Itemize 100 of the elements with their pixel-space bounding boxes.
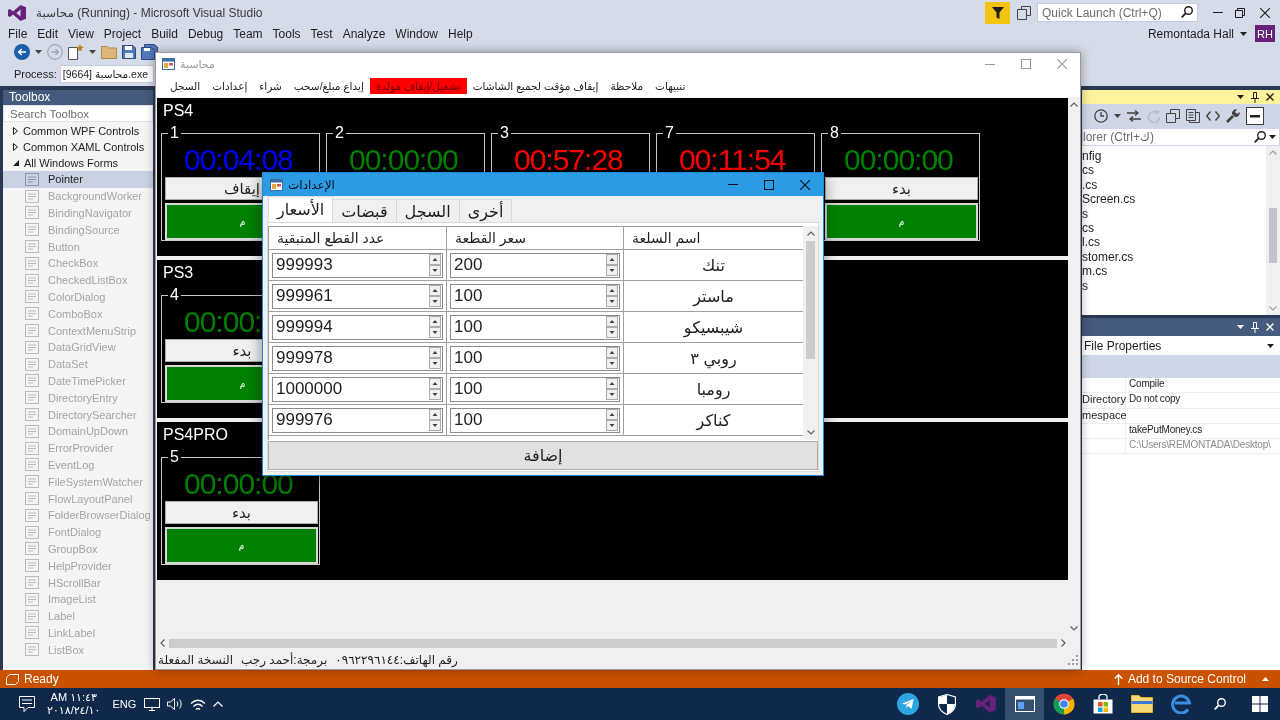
station-bar-button[interactable]: م [165, 203, 262, 240]
save-icon[interactable] [122, 45, 136, 59]
search-icon[interactable] [1254, 131, 1266, 143]
number-spinner[interactable]: 999961 [272, 283, 443, 309]
number-spinner[interactable]: 100 [450, 345, 620, 371]
minus-tile-icon[interactable] [1246, 107, 1264, 125]
caret-down-icon[interactable] [1237, 95, 1244, 99]
tree-item[interactable]: Screen.cs [1082, 192, 1136, 207]
spin-arrows-icon[interactable] [429, 347, 441, 369]
tree-item[interactable]: cs [1082, 220, 1094, 236]
tree-item[interactable]: l.cs [1082, 235, 1100, 250]
notification-icon[interactable] [19, 696, 35, 712]
column-header[interactable]: اسم السلعة [632, 230, 701, 246]
process-dropdown[interactable]: [9664] محاسبة.exe [59, 65, 154, 83]
menu-item[interactable]: Debug [182, 26, 229, 41]
property-value[interactable]: Compile [1129, 378, 1165, 389]
number-spinner[interactable]: 1000000 [272, 376, 443, 402]
scroll-left-icon[interactable] [160, 639, 165, 647]
menu-item[interactable]: إيقاف مؤقت لجميع الشاشات [466, 78, 605, 94]
quick-launch-field[interactable]: Quick Launch (Ctrl+Q) [1037, 3, 1198, 22]
source-control-link[interactable]: Add to Source Control [1127, 672, 1246, 686]
menu-item[interactable]: Tools [267, 26, 306, 41]
scroll-right-icon[interactable] [1061, 639, 1066, 647]
volume-icon[interactable] [167, 698, 184, 710]
resize-grip-icon[interactable] [1068, 654, 1078, 665]
vertical-scrollbar[interactable] [1266, 146, 1280, 315]
menu-item[interactable]: إيداع مبلغ/سحب [287, 78, 370, 94]
tab[interactable]: السجل [395, 199, 460, 222]
tree-item[interactable]: m.cs [1082, 264, 1108, 279]
new-project-icon[interactable] [68, 44, 84, 60]
filter-button[interactable] [985, 1, 1010, 24]
caret-down-icon[interactable] [1237, 325, 1244, 329]
spin-arrows-icon[interactable] [606, 285, 618, 307]
menu-item[interactable]: Build [146, 26, 183, 41]
tree-item[interactable]: s [1082, 278, 1088, 293]
menu-item[interactable]: Edit [32, 26, 64, 41]
scroll-thumb[interactable] [1269, 208, 1277, 263]
tree-group[interactable]: Common XAML Controls [3, 139, 153, 155]
property-value[interactable]: takePutMoney.cs [1129, 423, 1202, 435]
vertical-scrollbar[interactable] [1068, 97, 1080, 636]
menu-item[interactable]: شراء [253, 78, 288, 94]
copy-icon[interactable] [1166, 109, 1180, 123]
back-icon[interactable] [14, 44, 30, 60]
spin-arrows-icon[interactable] [429, 285, 441, 307]
spin-arrows-icon[interactable] [606, 378, 618, 400]
tree-item[interactable]: nfig [1082, 149, 1102, 164]
menu-item[interactable]: View [63, 26, 99, 41]
code-icon[interactable] [1206, 111, 1220, 121]
caret-down-icon[interactable] [89, 50, 96, 54]
spin-arrows-icon[interactable] [606, 347, 618, 369]
clock-time[interactable]: AM ١١:٤٣ [50, 691, 97, 704]
tree-item[interactable]: stomer.cs [1082, 249, 1134, 265]
station-bar-button[interactable]: م [165, 527, 318, 564]
scroll-thumb[interactable] [806, 241, 815, 359]
number-spinner[interactable]: 999976 [272, 407, 443, 433]
spin-arrows-icon[interactable] [606, 254, 618, 276]
search-field[interactable]: lorer (Ctrl+ك) [1082, 128, 1280, 146]
chevron-up-icon[interactable] [213, 701, 224, 707]
menu-item[interactable]: Window [390, 26, 443, 41]
menu-item[interactable]: Analyze [337, 26, 391, 41]
wrench-icon[interactable] [1226, 109, 1240, 123]
caret-down-icon[interactable] [35, 50, 42, 54]
language-indicator[interactable]: ENG [112, 698, 137, 710]
menu-item[interactable]: Help [443, 26, 478, 41]
tree-item[interactable]: cs [1082, 163, 1094, 178]
menu-item[interactable]: Project [98, 26, 147, 41]
tree-group[interactable]: Common WPF Controls [3, 123, 153, 139]
number-spinner[interactable]: 100 [450, 283, 620, 309]
tree-item[interactable]: .cs [1082, 177, 1098, 193]
menu-item[interactable]: Team [228, 26, 268, 41]
tab[interactable]: أخرى [458, 199, 513, 222]
clock-icon[interactable] [1094, 109, 1108, 123]
number-spinner[interactable]: 999993 [272, 252, 443, 278]
tree-item[interactable]: s [1082, 206, 1088, 221]
spin-arrows-icon[interactable] [429, 254, 441, 276]
tree-group[interactable]: All Windows Forms [3, 155, 153, 171]
search-field[interactable]: Search Toolbox [3, 105, 153, 122]
spin-arrows-icon[interactable] [606, 409, 618, 431]
caret-down-icon[interactable] [1269, 135, 1276, 139]
menu-item[interactable]: تنبيهات [649, 78, 692, 94]
caret-up-icon[interactable] [1262, 677, 1269, 681]
caret-down-icon[interactable] [1240, 31, 1247, 36]
pin-icon[interactable] [1251, 91, 1259, 103]
monitor-icon[interactable] [144, 697, 161, 711]
station-button[interactable]: إيقاف [165, 177, 262, 200]
files-icon[interactable] [1186, 109, 1200, 123]
number-spinner[interactable]: 100 [450, 376, 620, 402]
station-button[interactable]: بدء [165, 339, 262, 362]
sync-arrows-icon[interactable] [1127, 110, 1141, 122]
number-spinner[interactable]: 999994 [272, 314, 443, 340]
caret-down-icon[interactable] [1114, 114, 1121, 118]
number-spinner[interactable]: 999978 [272, 345, 443, 371]
menu-item[interactable]: File [3, 26, 33, 41]
clock-date[interactable]: ٢٠١٨/٢٤/١٠ [47, 704, 101, 717]
spin-arrows-icon[interactable] [429, 316, 441, 338]
menu-item[interactable]: ملاحظة [604, 78, 650, 94]
toolbox-item[interactable]: Pointer [3, 171, 153, 188]
station-button[interactable]: بدء [165, 501, 318, 524]
vertical-scrollbar[interactable] [803, 226, 818, 440]
scroll-thumb[interactable] [169, 638, 1057, 648]
